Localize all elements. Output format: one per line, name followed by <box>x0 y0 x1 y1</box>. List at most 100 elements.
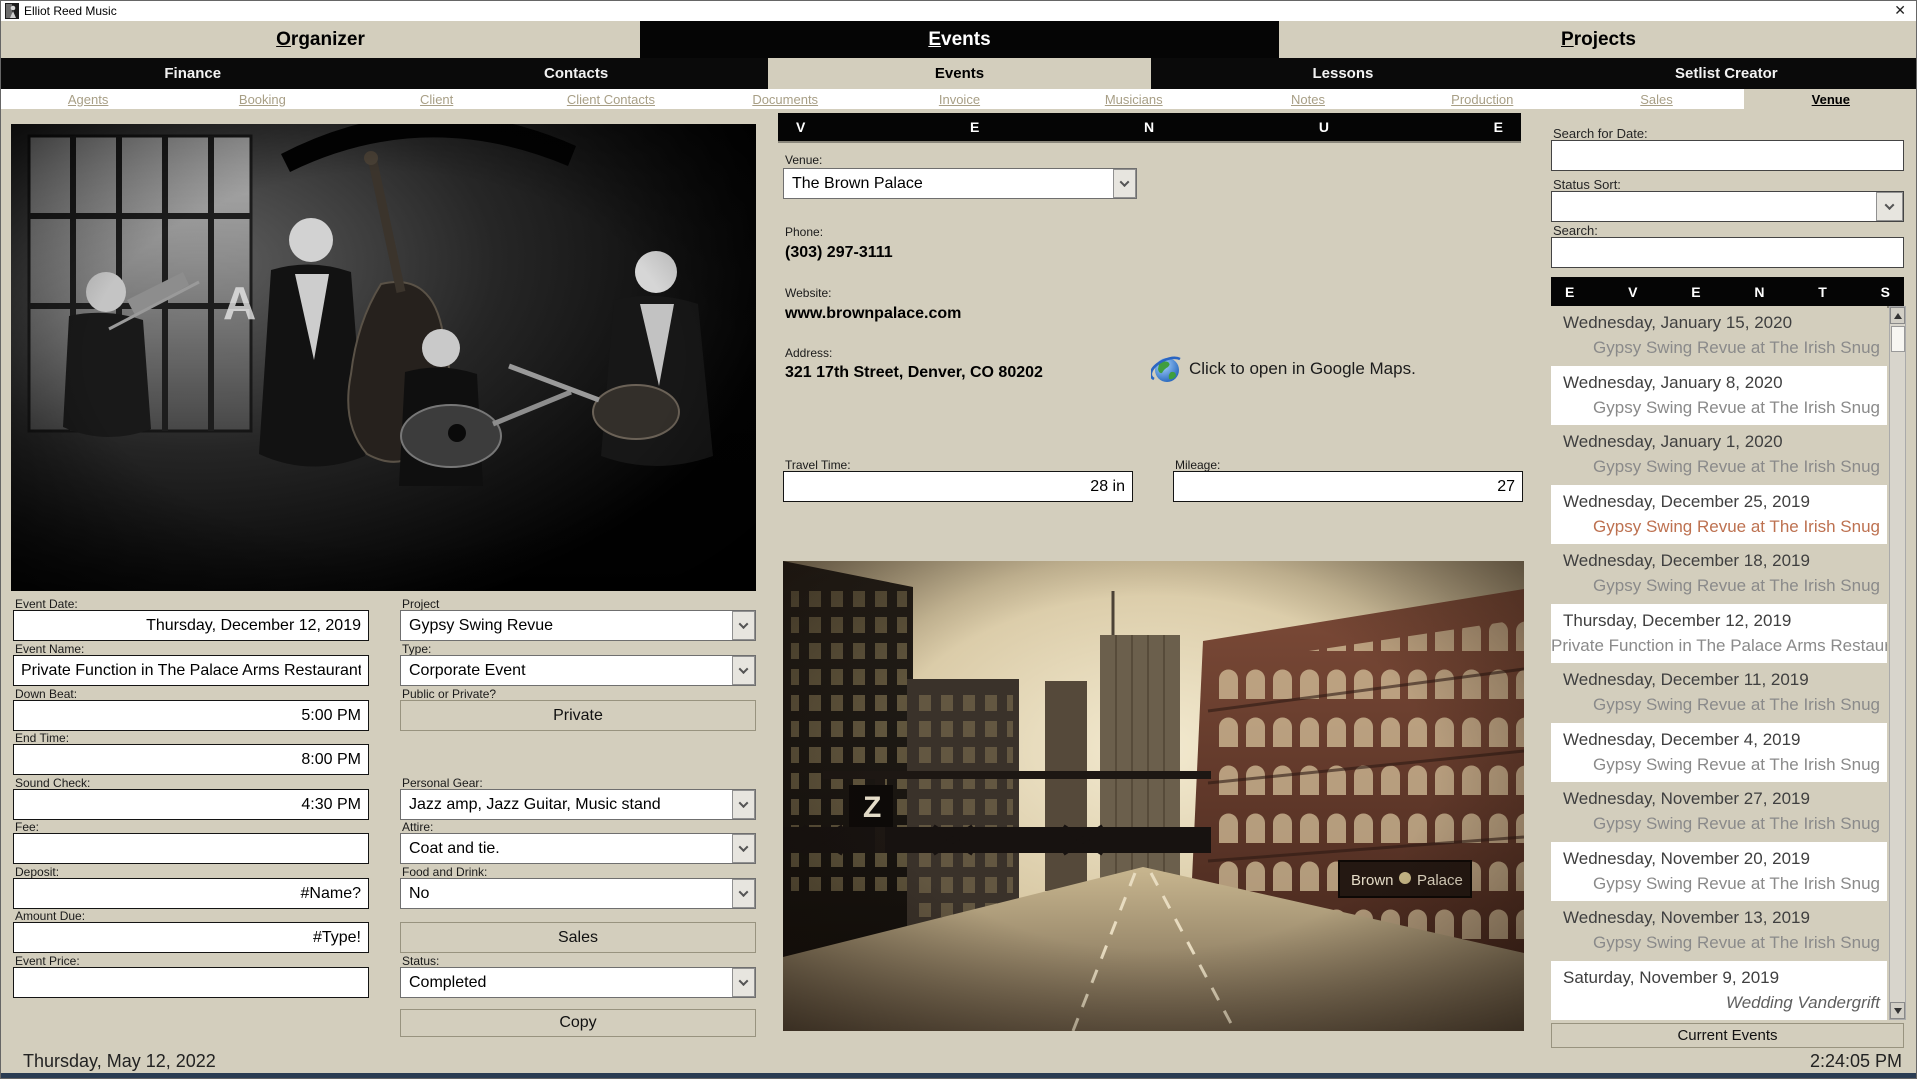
nav-link-sales[interactable]: Sales <box>1569 89 1743 109</box>
subtab-contacts[interactable]: Contacts <box>384 58 767 89</box>
scrollbar-thumb[interactable] <box>1891 326 1905 352</box>
scroll-up-button[interactable] <box>1890 307 1905 324</box>
venue-label: Venue: <box>785 153 822 167</box>
event-list-item[interactable]: Wednesday, December 25, 2019Gypsy Swing … <box>1551 485 1887 545</box>
chevron-down-icon[interactable] <box>732 879 755 908</box>
subtab-events[interactable]: Events <box>768 58 1151 89</box>
subtab-finance[interactable]: Finance <box>1 58 384 89</box>
event-list-item[interactable]: Wednesday, November 27, 2019Gypsy Swing … <box>1551 782 1887 842</box>
project-value: Gypsy Swing Revue <box>401 617 732 635</box>
nav-link-invoice[interactable]: Invoice <box>872 89 1046 109</box>
nav-link-client[interactable]: Client <box>350 89 524 109</box>
event-list-date: Thursday, December 12, 2019 <box>1551 604 1887 631</box>
copy-button[interactable]: Copy <box>400 1009 756 1037</box>
type-label: Type: <box>402 642 431 656</box>
chevron-down-icon[interactable] <box>732 968 755 997</box>
scroll-down-button[interactable] <box>1890 1002 1905 1019</box>
sales-button[interactable]: Sales <box>400 922 756 953</box>
event-list-item[interactable]: Wednesday, December 18, 2019Gypsy Swing … <box>1551 544 1887 604</box>
mileage-field[interactable] <box>1173 471 1523 502</box>
subtab-setlist-creator[interactable]: Setlist Creator <box>1535 58 1917 89</box>
events-section-header: EVENTS <box>1551 277 1904 306</box>
status-select[interactable]: Completed <box>400 967 756 998</box>
header-letter: N <box>1754 284 1764 300</box>
event-price-field[interactable] <box>13 967 369 998</box>
search-for-date-input[interactable] <box>1551 140 1904 171</box>
event-name-field[interactable] <box>13 655 369 686</box>
travel-time-field[interactable] <box>783 471 1133 502</box>
event-date-label: Event Date: <box>15 597 78 611</box>
header-letter: E <box>1691 284 1700 300</box>
search-input[interactable] <box>1551 237 1904 268</box>
header-letter: V <box>1628 284 1637 300</box>
deposit-field[interactable] <box>13 878 369 909</box>
event-list-date: Wednesday, December 18, 2019 <box>1551 544 1887 571</box>
event-list-title: Gypsy Swing Revue at The Irish Snug <box>1551 928 1887 953</box>
sound-check-label: Sound Check: <box>15 776 90 790</box>
nav-link-notes[interactable]: Notes <box>1221 89 1395 109</box>
fee-field[interactable] <box>13 833 369 864</box>
event-list-item[interactable]: Wednesday, November 13, 2019Gypsy Swing … <box>1551 901 1887 961</box>
event-list-item[interactable]: Saturday, November 9, 2019Wedding Vander… <box>1551 961 1887 1021</box>
event-list-item[interactable]: Thursday, December 12, 2019Private Funct… <box>1551 604 1887 664</box>
status-value: Completed <box>401 974 732 992</box>
search-label: Search: <box>1553 223 1598 238</box>
amount-due-field[interactable] <box>13 922 369 953</box>
event-date-field[interactable] <box>13 610 369 641</box>
type-select[interactable]: Corporate Event <box>400 655 756 686</box>
event-list-date: Wednesday, December 11, 2019 <box>1551 663 1887 690</box>
attire-select[interactable]: Coat and tie. <box>400 833 756 864</box>
event-list-item[interactable]: Wednesday, December 4, 2019Gypsy Swing R… <box>1551 723 1887 783</box>
chevron-down-icon[interactable] <box>732 611 755 640</box>
nav-link-production[interactable]: Production <box>1395 89 1569 109</box>
close-icon[interactable]: ✕ <box>1890 2 1910 19</box>
address-label: Address: <box>785 346 832 360</box>
sub-tab-bar: FinanceContactsEventsLessonsSetlist Crea… <box>1 58 1917 89</box>
travel-time-label: Travel Time: <box>785 458 851 472</box>
personal-gear-select[interactable]: Jazz amp, Jazz Guitar, Music stand <box>400 789 756 820</box>
events-scrollbar[interactable] <box>1889 306 1906 1020</box>
public-private-label: Public or Private? <box>402 687 496 701</box>
chevron-down-icon[interactable] <box>732 834 755 863</box>
chevron-down-icon[interactable] <box>732 790 755 819</box>
event-list-item[interactable]: Wednesday, November 20, 2019Gypsy Swing … <box>1551 842 1887 902</box>
event-list-item[interactable]: Wednesday, January 1, 2020Gypsy Swing Re… <box>1551 425 1887 485</box>
end-time-label: End Time: <box>15 731 69 745</box>
subtab-lessons[interactable]: Lessons <box>1151 58 1534 89</box>
current-events-button[interactable]: Current Events <box>1551 1023 1904 1048</box>
event-name-label: Event Name: <box>15 642 84 656</box>
project-select[interactable]: Gypsy Swing Revue <box>400 610 756 641</box>
venue-select[interactable]: The Brown Palace <box>783 168 1137 199</box>
nav-link-musicians[interactable]: Musicians <box>1047 89 1221 109</box>
event-list-item[interactable]: Wednesday, December 11, 2019Gypsy Swing … <box>1551 663 1887 723</box>
down-beat-field[interactable] <box>13 700 369 731</box>
type-value: Corporate Event <box>401 662 732 680</box>
chevron-down-icon[interactable] <box>1113 169 1136 198</box>
status-sort-select[interactable] <box>1551 191 1904 222</box>
google-maps-link[interactable]: Click to open in Google Maps. <box>1151 352 1416 386</box>
amount-due-label: Amount Due: <box>15 909 85 923</box>
tab-events[interactable]: Events <box>640 21 1279 58</box>
tab-organizer[interactable]: Organizer <box>1 21 640 58</box>
food-drink-select[interactable]: No <box>400 878 756 909</box>
nav-link-venue[interactable]: Venue <box>1744 89 1917 109</box>
tab-projects[interactable]: Projects <box>1279 21 1917 58</box>
header-letter: T <box>1818 284 1827 300</box>
status-sort-label: Status Sort: <box>1553 177 1621 192</box>
nav-link-documents[interactable]: Documents <box>698 89 872 109</box>
event-list-title: Gypsy Swing Revue at The Irish Snug <box>1551 571 1887 596</box>
nav-link-client-contacts[interactable]: Client Contacts <box>524 89 698 109</box>
public-private-button[interactable]: Private <box>400 700 756 731</box>
food-drink-label: Food and Drink: <box>402 865 487 879</box>
chevron-down-icon[interactable] <box>732 656 755 685</box>
event-list-item[interactable]: Wednesday, January 8, 2020Gypsy Swing Re… <box>1551 366 1887 426</box>
event-list-title: Gypsy Swing Revue at The Irish Snug <box>1551 393 1887 418</box>
nav-link-agents[interactable]: Agents <box>1 89 175 109</box>
chevron-down-icon[interactable] <box>1876 192 1903 221</box>
end-time-field[interactable] <box>13 744 369 775</box>
event-list-item[interactable]: Wednesday, January 15, 2020Gypsy Swing R… <box>1551 306 1887 366</box>
nav-link-booking[interactable]: Booking <box>175 89 349 109</box>
event-list-date: Wednesday, January 1, 2020 <box>1551 425 1887 452</box>
sound-check-field[interactable] <box>13 789 369 820</box>
mileage-label: Mileage: <box>1175 458 1220 472</box>
